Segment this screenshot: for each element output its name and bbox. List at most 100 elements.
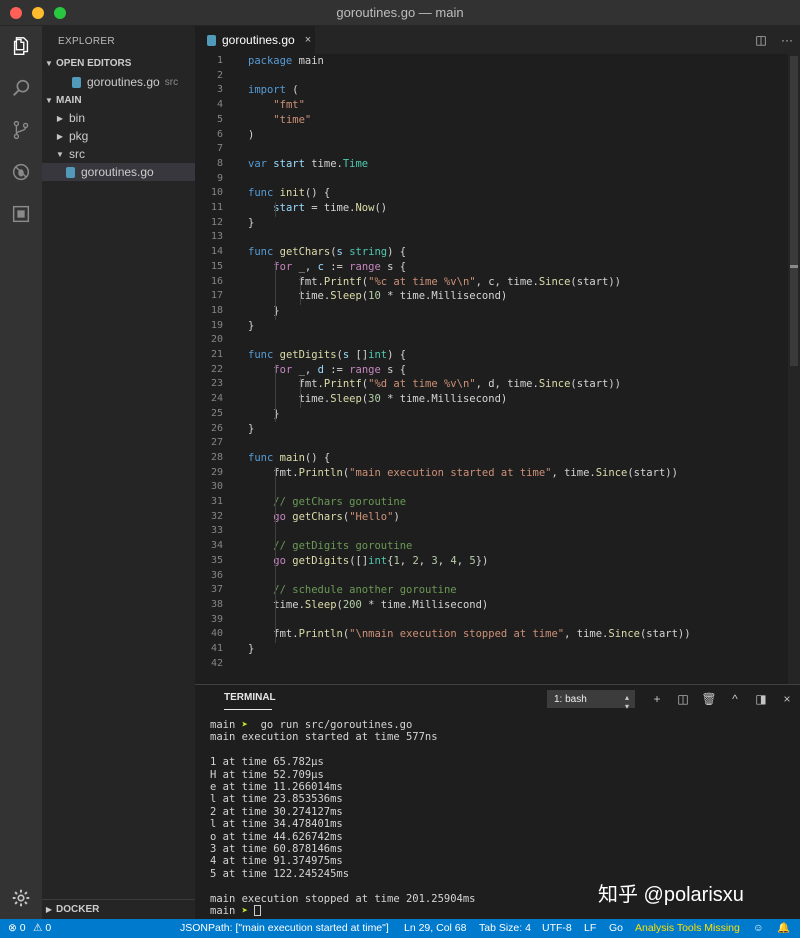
open-editor-item[interactable]: goroutines.go src	[42, 73, 195, 91]
code-line[interactable]: time.Sleep(10 * time.Millisecond)	[248, 290, 508, 302]
code-line[interactable]: }	[248, 643, 254, 655]
line-number: 13	[210, 231, 223, 243]
code-line[interactable]: import (	[248, 84, 299, 96]
terminal-select[interactable]: 1: bash ▴ ▾	[547, 690, 635, 711]
code-editor[interactable]: 1 2 3 4 5 6 7 8 9 10 11 12 13 14 15 16 17 18 19 20 21 22 23 24 2…	[195, 54, 800, 684]
code-line[interactable]: "fmt"	[248, 99, 305, 111]
prompt-arrow-icon: ➤	[241, 905, 248, 917]
indent-guide	[275, 202, 277, 217]
more-actions-icon[interactable]: ···	[774, 33, 800, 47]
code-line[interactable]: }	[248, 217, 254, 229]
cursor-marker	[790, 265, 798, 268]
code-line[interactable]: fmt.Println("\nmain execution stopped at…	[248, 628, 690, 640]
terminal-prompt-line[interactable]: main ➤	[210, 905, 262, 917]
chevron-right-icon: ▶	[45, 905, 53, 914]
new-terminal-icon[interactable]: +	[644, 690, 670, 708]
line-number: 30	[210, 481, 223, 493]
maximize-panel-icon[interactable]: ^	[722, 690, 748, 708]
code-line[interactable]: "time"	[248, 114, 311, 126]
terminal-line: main execution stopped at time 201.25904…	[210, 892, 476, 905]
search-icon[interactable]	[0, 68, 42, 108]
line-number: 9	[216, 172, 223, 184]
code-line[interactable]: var start time.Time	[248, 158, 368, 170]
code-line[interactable]: go getChars("Hello")	[248, 511, 399, 523]
main-section-header[interactable]: ▼ MAIN	[42, 91, 195, 109]
active-tab-indicator	[224, 709, 272, 710]
open-editor-filename: goroutines.go	[87, 75, 160, 89]
trash-icon[interactable]: 🗑	[696, 690, 722, 708]
indent-guide	[300, 378, 302, 408]
code-line[interactable]: }	[248, 320, 254, 332]
tree-item-src[interactable]: ▼ src	[42, 145, 195, 163]
explorer-icon[interactable]	[0, 26, 42, 66]
tab-size[interactable]: Tab Size: 4	[479, 919, 531, 938]
smiley-icon[interactable]: ☺	[753, 919, 764, 938]
code-line[interactable]: fmt.Printf("%d at time %v\n", d, time.Si…	[248, 378, 621, 390]
code-line[interactable]: // getChars goroutine	[248, 496, 406, 508]
tab-terminal[interactable]: TERMINAL	[224, 692, 276, 703]
language-mode[interactable]: Go	[609, 919, 623, 938]
encoding[interactable]: UTF-8	[542, 919, 572, 938]
analysis-tools-warning[interactable]: Analysis Tools Missing	[635, 919, 740, 938]
gear-icon[interactable]	[0, 878, 42, 918]
split-editor-icon[interactable]: ◫	[748, 33, 774, 47]
line-number: 31	[210, 496, 223, 507]
tab-label: goroutines.go	[222, 33, 295, 47]
code-line[interactable]: time.Sleep(200 * time.Millisecond)	[248, 599, 488, 611]
line-number: 27	[210, 437, 223, 449]
tab-goroutines[interactable]: goroutines.go ×	[195, 26, 315, 54]
close-icon[interactable]: ×	[305, 34, 311, 46]
code-line[interactable]: fmt.Printf("%c at time %v\n", c, time.Si…	[248, 276, 621, 288]
line-number: 36	[210, 569, 223, 581]
errors-count[interactable]: ⊗ 0	[8, 919, 26, 938]
debug-icon[interactable]	[0, 152, 42, 192]
toggle-panel-icon[interactable]: ◨	[748, 690, 774, 708]
terminal-line: e at time 11.266014ms	[210, 781, 343, 793]
line-number: 42	[210, 657, 223, 669]
code-line[interactable]: for _, c := range s {	[248, 261, 406, 273]
tree-item-goroutines[interactable]: goroutines.go	[42, 163, 195, 181]
code-line[interactable]: go getDigits([]int{1, 2, 3, 4, 5})	[248, 555, 488, 567]
scrollbar-thumb[interactable]	[790, 56, 798, 366]
code-line[interactable]: func init() {	[248, 187, 330, 199]
code-line[interactable]: }	[248, 423, 254, 435]
line-number: 15	[210, 260, 223, 272]
code-line[interactable]: start = time.Now()	[248, 202, 387, 214]
chevron-down-icon: ▼	[56, 149, 64, 159]
tree-item-pkg[interactable]: ▶ pkg	[42, 127, 195, 145]
docker-section-header[interactable]: ▶ DOCKER	[42, 899, 195, 919]
tree-item-bin[interactable]: ▶ bin	[42, 109, 195, 127]
line-number: 18	[210, 304, 223, 316]
extensions-icon[interactable]	[0, 194, 42, 234]
main-folder-label: MAIN	[56, 94, 82, 106]
code-line[interactable]: package main	[248, 55, 324, 67]
terminal-line: o at time 44.626742ms	[210, 830, 343, 843]
warnings-count[interactable]: ⚠ 0	[33, 919, 51, 938]
code-line[interactable]: func getDigits(s []int) {	[248, 349, 406, 361]
code-line[interactable]: // getDigits goroutine	[248, 540, 412, 552]
bell-icon[interactable]: 🔔	[777, 919, 790, 938]
line-number: 34	[210, 540, 223, 552]
chevron-right-icon: ▶	[56, 131, 64, 141]
editor-scrollbar[interactable]	[788, 54, 800, 684]
end-of-line[interactable]: LF	[584, 919, 596, 938]
code-line[interactable]: // schedule another goroutine	[248, 584, 456, 596]
jsonpath-indicator[interactable]: JSONPath: ["main execution started at ti…	[180, 919, 389, 938]
code-line[interactable]: )	[248, 129, 254, 141]
split-terminal-icon[interactable]: ◫	[670, 690, 696, 708]
code-line[interactable]: func main() {	[248, 452, 330, 464]
code-line[interactable]: for _, d := range s {	[248, 364, 406, 376]
terminal-line: 4 at time 91.374975ms	[210, 855, 343, 868]
status-bar: ⊗ 0 ⚠ 0 JSONPath: ["main execution start…	[0, 919, 800, 938]
terminal-line: 1 at time 65.782µs	[210, 756, 324, 769]
code-line[interactable]: func getChars(s string) {	[248, 246, 406, 258]
terminal-command: go run src/goroutines.go	[260, 719, 413, 731]
line-number: 1	[216, 55, 223, 66]
close-panel-icon[interactable]: ×	[774, 690, 800, 708]
cursor-position[interactable]: Ln 29, Col 68	[404, 919, 466, 938]
open-editors-section-header[interactable]: ▼ OPEN EDITORS	[42, 54, 195, 72]
code-line[interactable]: fmt.Println("main execution started at t…	[248, 467, 678, 479]
source-control-icon[interactable]	[0, 110, 42, 150]
chevron-updown-icon: ▴ ▾	[624, 693, 629, 711]
code-line[interactable]: time.Sleep(30 * time.Millisecond)	[248, 393, 508, 405]
